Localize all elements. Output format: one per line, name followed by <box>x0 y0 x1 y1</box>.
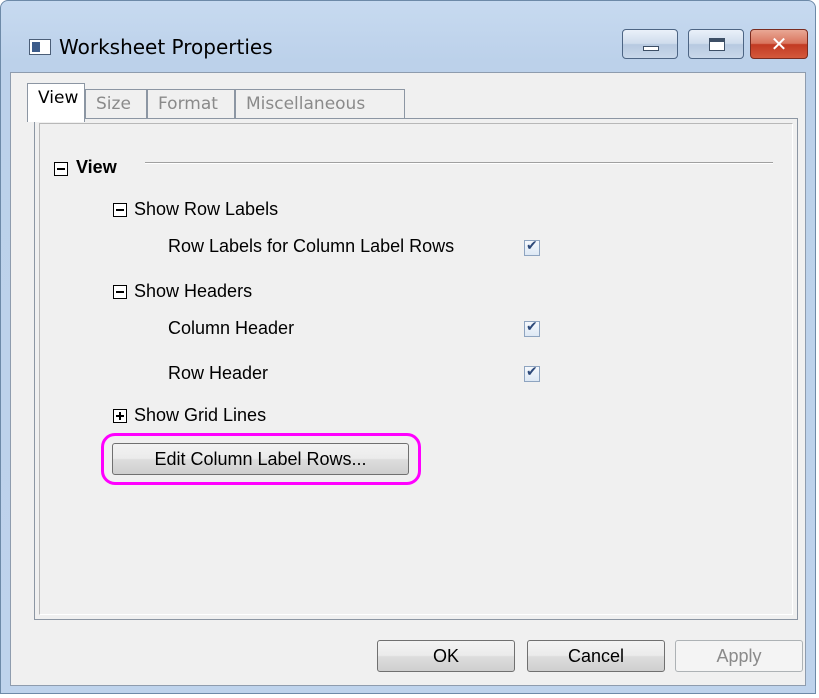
checkmark-icon: ✔ <box>526 319 538 335</box>
highlight-annotation <box>101 433 421 485</box>
collapse-view-toggle[interactable] <box>54 162 68 176</box>
minimize-button[interactable] <box>622 29 678 59</box>
row-header-label: Row Header <box>168 363 269 383</box>
close-icon: ✕ <box>770 32 788 56</box>
checkmark-icon: ✔ <box>526 238 538 254</box>
collapse-show-row-labels-toggle[interactable] <box>113 203 127 217</box>
column-header-checkbox[interactable]: ✔ <box>524 319 540 337</box>
minimize-icon <box>643 46 659 51</box>
column-header-label: Column Header <box>168 318 295 338</box>
tab-size[interactable]: Size <box>85 89 147 119</box>
property-tree-area <box>39 123 793 615</box>
collapse-show-headers-toggle[interactable] <box>113 285 127 299</box>
worksheet-window-icon <box>29 39 51 55</box>
apply-button[interactable]: Apply <box>675 640 803 672</box>
cancel-button[interactable]: Cancel <box>527 640 665 672</box>
tree-node-show-headers: Show Headers <box>134 281 253 301</box>
row-header-checkbox[interactable]: ✔ <box>524 364 540 382</box>
tab-format[interactable]: Format <box>147 89 235 119</box>
tree-node-show-row-labels: Show Row Labels <box>134 199 279 219</box>
section-divider <box>145 162 773 164</box>
tab-miscellaneous[interactable]: Miscellaneous <box>235 89 405 119</box>
close-button[interactable]: ✕ <box>750 29 808 59</box>
window-title: Worksheet Properties <box>59 35 273 59</box>
maximize-button[interactable] <box>688 29 744 59</box>
checkmark-icon: ✔ <box>526 364 538 380</box>
tree-node-show-grid-lines: Show Grid Lines <box>134 405 267 425</box>
row-labels-for-column-label-rows-label: Row Labels for Column Label Rows <box>168 236 455 256</box>
expand-show-grid-lines-toggle[interactable] <box>113 409 127 423</box>
title-bar[interactable]: Worksheet Properties ✕ <box>1 1 815 81</box>
view-tab-panel <box>34 118 798 620</box>
row-labels-for-column-label-rows-checkbox[interactable]: ✔ <box>524 238 540 256</box>
maximize-icon <box>709 38 725 51</box>
ok-button[interactable]: OK <box>377 640 515 672</box>
tab-view[interactable]: View <box>27 83 85 122</box>
tree-node-view: View <box>76 157 117 177</box>
